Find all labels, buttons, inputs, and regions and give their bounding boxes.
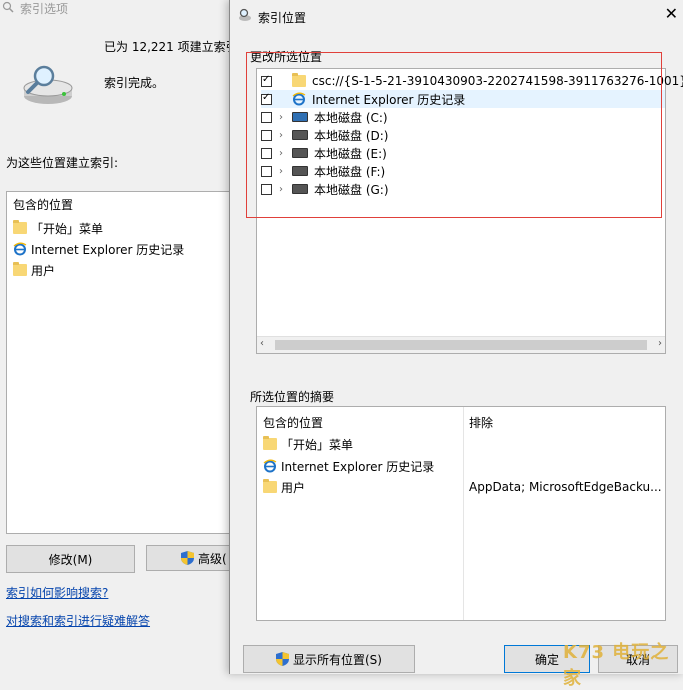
indexing-status-text: 索引完成。 — [104, 76, 165, 90]
scroll-right-icon[interactable]: › — [658, 338, 662, 349]
search-icon — [2, 1, 14, 13]
scroll-left-icon[interactable]: ‹ — [260, 338, 264, 349]
folder-icon — [263, 436, 277, 450]
troubleshoot-link[interactable]: 对搜索和索引进行疑难解答 — [6, 612, 150, 629]
ie-icon — [263, 459, 277, 473]
shield-icon — [181, 551, 194, 565]
watermark: K73 电玩之家 — [563, 642, 670, 689]
close-icon[interactable]: ✕ — [665, 4, 678, 23]
summary-item: Internet Explorer 历史记录 — [263, 457, 434, 475]
window-title: 索引选项 — [20, 2, 69, 16]
horizontal-scrollbar[interactable]: ‹ › — [257, 336, 665, 353]
excluded-column-header: 排除 — [469, 416, 494, 430]
scrollbar-thumb[interactable] — [275, 340, 647, 350]
included-locations-list[interactable]: 包含的位置 「开始」菜单 Internet Explorer 历史记录 用户 — [6, 191, 248, 534]
indexing-drive-icon — [22, 64, 74, 109]
folder-icon — [263, 479, 277, 493]
affect-search-link[interactable]: 索引如何影响搜索? — [6, 584, 108, 601]
modify-button[interactable]: 修改(M) — [6, 545, 135, 573]
summary-item: 用户 — [263, 478, 305, 496]
list-item[interactable]: 用户 — [13, 261, 55, 279]
selected-locations-summary: 包含的位置 排除 「开始」菜单 Internet Explorer 历史记录 用… — [256, 406, 666, 621]
exclusion-text: AppData; MicrosoftEdgeBacku... — [469, 480, 662, 494]
list-header: 包含的位置 — [13, 198, 74, 212]
show-all-locations-button[interactable]: 显示所有位置(S) — [243, 645, 415, 673]
summary-item: 「开始」菜单 — [263, 435, 353, 453]
search-icon — [238, 8, 252, 25]
summary-label: 所选位置的摘要 — [250, 390, 335, 404]
list-item[interactable]: 「开始」菜单 — [13, 219, 103, 237]
locations-heading: 为这些位置建立索引: — [6, 156, 119, 170]
highlight-box — [246, 52, 662, 218]
ie-icon — [13, 242, 27, 256]
indexed-count-text: 已为 12,221 项建立索引 — [104, 40, 238, 54]
shield-icon — [276, 652, 289, 666]
list-item[interactable]: Internet Explorer 历史记录 — [13, 240, 184, 258]
folder-icon — [13, 220, 27, 234]
dialog-title: 索引位置 — [258, 11, 307, 25]
folder-icon — [13, 262, 27, 276]
included-column-header: 包含的位置 — [263, 416, 324, 430]
column-divider — [463, 407, 464, 620]
